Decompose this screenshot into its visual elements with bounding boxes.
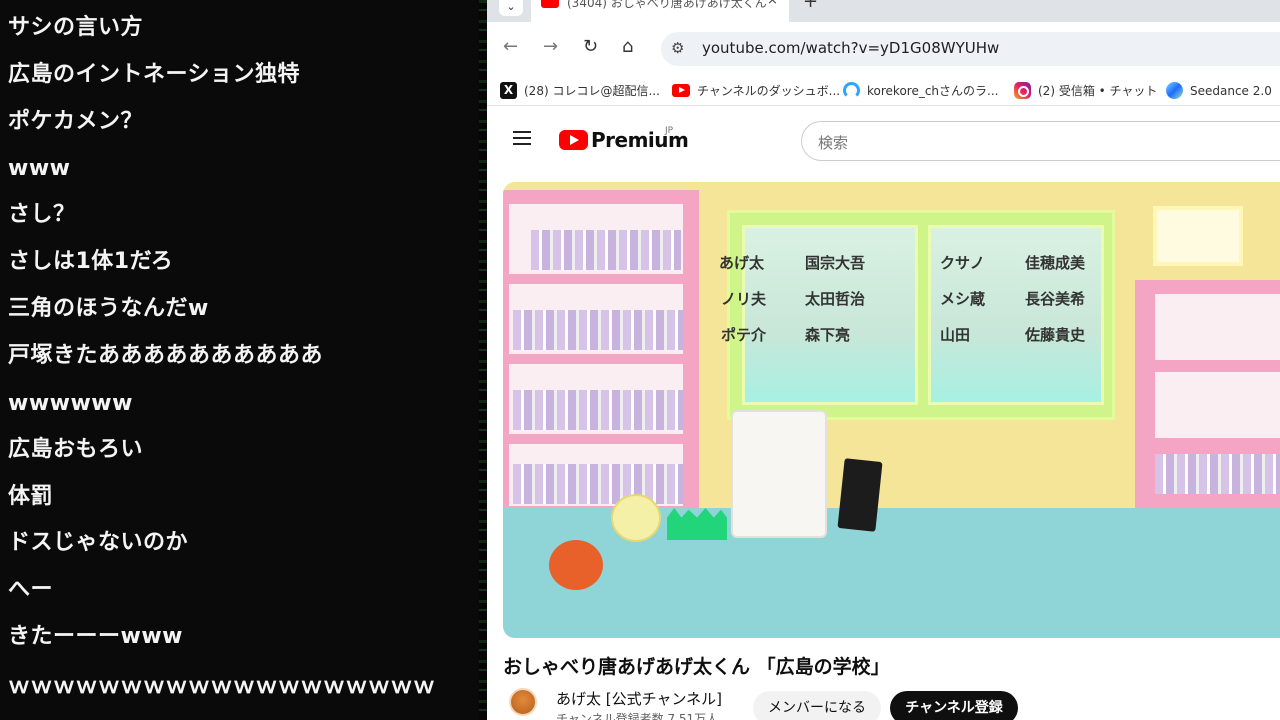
bookmark-item[interactable]: (2) 受信箱 • チャット [1014,82,1157,99]
potato-character [611,494,661,542]
channel-subscriber-count: チャンネル登録者数 7.51万人 [556,712,719,720]
nori-character [837,458,883,532]
tab-strip: ⌄ (3404) おしゃべり唐あげあげ太くん × + [487,0,1280,22]
comment-item: wwwwww [8,391,133,416]
search-input[interactable]: 検索 [801,121,1280,161]
bookmark-label: (2) 受信箱 • チャット [1038,84,1158,98]
comment-item: ドスじゃないのか [8,530,189,555]
browser-window: ⌄ (3404) おしゃべり唐あげあげ太くん × + ← → ↻ ⌂ ⚙ you… [487,0,1280,720]
youtube-favicon-icon [541,0,559,8]
subscribe-button[interactable]: チャンネル登録 [890,691,1018,720]
comment-item: へー [8,577,54,602]
youtube-brand[interactable]: Premium [591,128,689,152]
close-icon[interactable]: × [767,0,778,8]
credit-text: ノリ夫 [721,290,767,308]
comment-item: 広島おもろい [8,437,144,462]
tab-search-icon[interactable]: ⌄ [499,0,523,16]
shelf-row [1155,372,1280,438]
comment-item: 体罰 [8,484,54,509]
seedance-icon [1166,82,1183,99]
search-placeholder: 検索 [818,134,849,152]
comment-item: 広島のイントネーション独特 [8,62,301,87]
bookmark-item[interactable]: Seedance 2.0 [1166,82,1272,99]
credit-text: 山田 [940,326,971,344]
bookmark-label: チャンネルのダッシュボ... [697,84,841,98]
shelf-row [1155,294,1280,360]
reload-icon[interactable]: ↻ [583,36,598,57]
new-tab-button[interactable]: + [803,0,818,12]
join-membership-button[interactable]: メンバーになる [753,691,881,720]
x-icon: X [500,82,517,99]
wall-frame [1153,206,1243,266]
comment-item: 戸塚きたああああああああああ [8,343,324,368]
channel-name[interactable]: あげ太 [公式チャンネル] [556,688,722,709]
korekore-icon [843,82,860,99]
books [531,230,681,270]
credit-text: あげ太 [719,254,765,272]
karaage-character [549,540,603,590]
home-icon[interactable]: ⌂ [622,36,633,57]
comment-item: さしは1体1だろ [8,249,174,274]
youtube-logo-icon[interactable] [559,130,588,150]
books [513,310,683,350]
youtube-icon [672,84,690,97]
channel-avatar[interactable] [509,688,537,716]
bookmark-label: korekore_chさんのラ... [867,84,999,98]
credit-text: 森下亮 [805,326,851,344]
bookmarks-bar: X (28) コレコレ@超配信... チャンネルのダッシュボ... koreko… [487,76,1280,106]
rice-character [731,410,827,538]
video-player[interactable]: あげ太 国宗大吾 ノリ夫 太田哲治 ポテ介 森下亮 クサノ 佳穂成美 メシ蔵 長… [503,182,1280,638]
tab-youtube[interactable]: (3404) おしゃべり唐あげあげ太くん × [531,0,789,22]
bookmark-item[interactable]: チャンネルのダッシュボ... [672,82,840,99]
classroom-window [727,210,1115,420]
books [513,390,683,430]
hamburger-menu-icon[interactable] [513,131,531,145]
comment-item: サシの言い方 [8,15,144,40]
credit-text: クサノ [940,254,985,272]
comment-item: 三角のほうなんだw [8,296,209,321]
credit-text: 佐藤貴史 [1025,326,1086,344]
site-settings-icon[interactable]: ⚙ [671,39,684,57]
credit-text: 佳穂成美 [1025,254,1086,272]
back-icon[interactable]: ← [503,36,518,57]
books [513,464,683,504]
video-title: おしゃべり唐あげあげ太くん 「広島の学校」 [503,656,890,678]
comment-item: ポケカメン？ [8,109,144,134]
comment-item: www [8,156,71,181]
instagram-icon [1014,82,1031,99]
bookmark-label: Seedance 2.0 [1190,83,1272,98]
credit-text: 太田哲治 [805,290,866,308]
address-bar[interactable]: ⚙ youtube.com/watch?v=yD1G08WYUHw [661,32,1280,66]
region-label: JP [665,126,674,136]
bookmark-item[interactable]: X (28) コレコレ@超配信... [500,82,660,99]
credit-text: メシ蔵 [940,290,986,308]
credit-text: 長谷美希 [1025,290,1086,308]
tab-title: (3404) おしゃべり唐あげあげ太くん [567,0,767,10]
credit-text: 国宗大吾 [805,254,866,272]
bookmark-label: (28) コレコレ@超配信... [524,84,660,98]
url-text[interactable]: youtube.com/watch?v=yD1G08WYUHw [702,39,999,57]
youtube-header: Premium JP 検索 [487,107,1280,175]
navigation-bar: ← → ↻ ⌂ ⚙ youtube.com/watch?v=yD1G08WYUH… [487,22,1280,76]
bookmark-item[interactable]: korekore_chさんのラ... [843,82,998,99]
comment-panel: サシの言い方 広島のイントネーション独特 ポケカメン？ www さし？ さしは1… [0,0,487,720]
books [1155,454,1280,494]
comment-item: きたーーーwww [8,624,183,649]
credit-text: ポテ介 [721,326,767,344]
forward-icon[interactable]: → [543,36,558,57]
comment-item: ｗｗｗｗｗｗｗｗｗｗｗｗｗｗｗｗｗｗｗ [8,674,436,699]
comment-item: さし？ [8,202,76,227]
